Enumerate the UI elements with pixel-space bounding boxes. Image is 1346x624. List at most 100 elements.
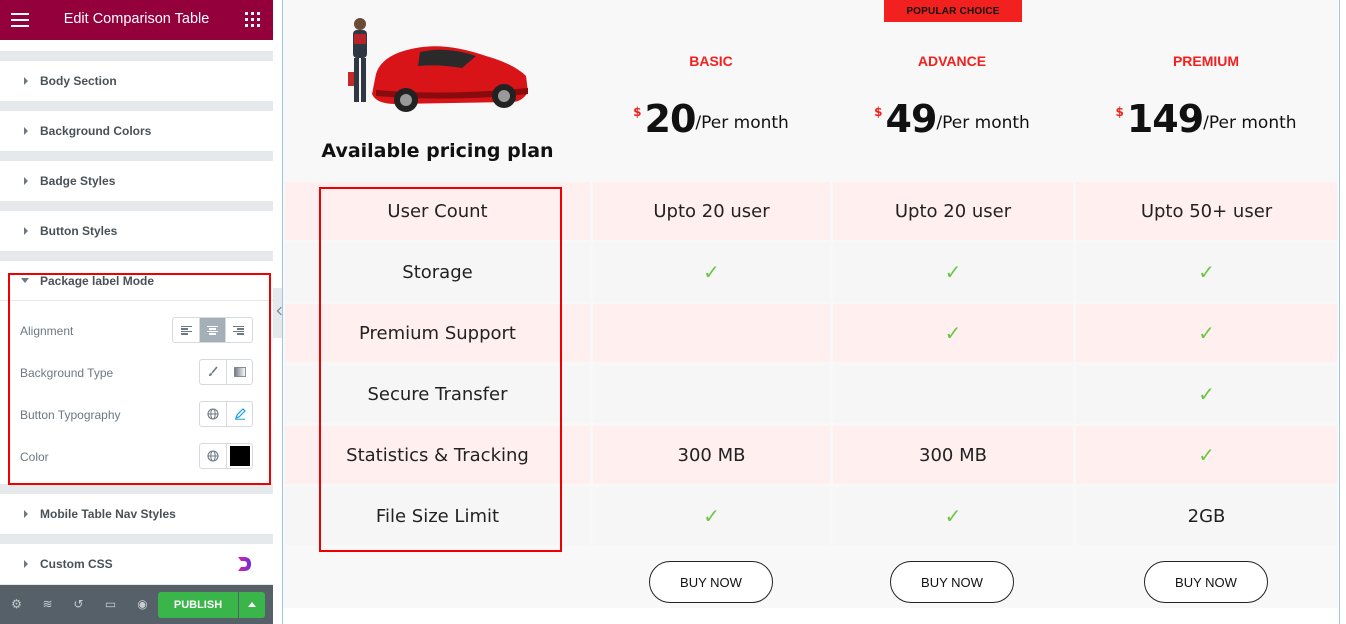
feature-value-cell: Upto 50+ user: [1076, 182, 1337, 240]
settings-icon[interactable]: ⚙: [10, 598, 23, 611]
publish-button[interactable]: PUBLISH: [158, 592, 238, 618]
price-amount: 20: [644, 97, 697, 141]
align-right-button[interactable]: [225, 318, 251, 342]
background-type-label: Background Type: [20, 366, 114, 380]
feature-value-cell: ✓: [593, 243, 830, 301]
feature-value: 300 MB: [677, 444, 746, 466]
color-picker-button[interactable]: [226, 444, 252, 468]
button-typography-label: Button Typography: [20, 408, 121, 422]
price-period: /Per month: [1203, 113, 1297, 133]
align-center-button[interactable]: [199, 318, 225, 342]
table-row: Storage ✓ ✓ ✓: [285, 243, 1337, 301]
global-typography-button[interactable]: [200, 402, 226, 426]
caret-right-icon: [24, 77, 28, 85]
alignment-label: Alignment: [20, 324, 74, 338]
feature-value: 300 MB: [919, 444, 987, 466]
widgets-grid-icon[interactable]: [245, 12, 260, 27]
feature-value-cell: [833, 365, 1073, 423]
pro-plugin-icon: [238, 557, 251, 571]
color-label: Color: [20, 450, 49, 464]
feature-label: Premium Support: [359, 322, 516, 344]
color-swatch: [229, 446, 250, 466]
feature-value: Upto 50+ user: [1140, 200, 1273, 222]
publish-options-button[interactable]: [239, 592, 265, 618]
section-mobile-nav-styles[interactable]: Mobile Table Nav Styles: [0, 494, 273, 534]
buy-now-button-premium[interactable]: BUY NOW: [1144, 561, 1268, 603]
buy-now-button-advance[interactable]: BUY NOW: [890, 561, 1014, 603]
feature-value-cell: ✓: [1076, 243, 1337, 301]
brush-icon: [209, 366, 218, 376]
section-label: Background Colors: [40, 124, 152, 138]
table-row: Premium Support ✓ ✓: [285, 304, 1337, 362]
editor-topbar: Edit Comparison Table: [0, 0, 273, 40]
typography-control: [199, 401, 253, 427]
history-icon[interactable]: ↺: [72, 598, 85, 611]
section-label: Custom CSS: [40, 557, 113, 571]
check-icon: ✓: [1198, 382, 1215, 406]
panel-sliver: [0, 40, 273, 51]
check-icon: ✓: [703, 260, 720, 284]
feature-value-cell: 300 MB: [833, 426, 1073, 484]
caret-right-icon: [24, 510, 28, 518]
caret-right-icon: [24, 227, 28, 235]
package-name-premium: PREMIUM: [1172, 53, 1240, 69]
feature-value-cell: Upto 20 user: [593, 182, 830, 240]
table-row: User Count Upto 20 user Upto 20 user Upto 5…: [285, 182, 1337, 240]
edit-typography-button[interactable]: [226, 402, 252, 426]
section-badge-styles[interactable]: Badge Styles: [0, 161, 273, 201]
price-period: /Per month: [695, 113, 789, 133]
caret-down-icon: [21, 278, 29, 283]
check-icon: ✓: [944, 504, 962, 528]
color-control: [199, 443, 253, 469]
feature-value-cell: ✓: [833, 243, 1073, 301]
feature-value-cell: ✓: [833, 487, 1073, 545]
section-label: Package label Mode: [40, 273, 155, 288]
feature-value-cell: ✓: [593, 487, 830, 545]
responsive-icon[interactable]: ▭: [104, 598, 117, 611]
align-left-icon: [180, 325, 192, 335]
gradient-bg-button[interactable]: [226, 360, 252, 384]
caret-right-icon: [24, 127, 28, 135]
feature-label-cell: User Count: [285, 182, 590, 240]
feature-label-cell: File Size Limit: [285, 487, 590, 545]
section-button-styles[interactable]: Button Styles: [0, 211, 273, 251]
align-left-button[interactable]: [173, 318, 199, 342]
buy-now-button-basic[interactable]: BUY NOW: [649, 561, 773, 603]
section-background-colors[interactable]: Background Colors: [0, 111, 273, 151]
feature-value: Upto 20 user: [894, 200, 1012, 222]
section-label: Button Styles: [40, 224, 118, 238]
global-color-button[interactable]: [200, 444, 226, 468]
layers-icon[interactable]: ≋: [41, 598, 54, 611]
classic-bg-button[interactable]: [200, 360, 226, 384]
gradient-icon: [233, 367, 246, 377]
table-row: File Size Limit ✓ ✓ 2GB: [285, 487, 1337, 545]
currency-symbol: $: [633, 105, 642, 119]
section-body[interactable]: Body Section: [0, 61, 273, 101]
chevron-up-icon: [248, 602, 256, 607]
currency-symbol: $: [1115, 105, 1124, 119]
check-icon: ✓: [944, 260, 962, 284]
section-header[interactable]: Package label Mode: [0, 261, 273, 301]
preview-eye-icon[interactable]: ◉: [136, 598, 149, 611]
check-icon: ✓: [944, 321, 962, 345]
price-advance: $ 49 /Per month: [832, 97, 1072, 141]
popular-choice-badge: POPULAR CHOICE: [884, 0, 1022, 22]
pencil-icon: [234, 408, 246, 420]
feature-value-cell: ✓: [1076, 304, 1337, 362]
globe-icon: [207, 450, 219, 462]
feature-value-cell: 300 MB: [593, 426, 830, 484]
section-label: Body Section: [40, 74, 117, 88]
feature-value-cell: ✓: [1076, 426, 1337, 484]
package-name-advance: ADVANCE: [917, 53, 987, 69]
feature-label: Secure Transfer: [367, 383, 508, 405]
feature-value-cell: [593, 304, 830, 362]
table-row: Secure Transfer ✓: [285, 365, 1337, 423]
feature-label: Statistics & Tracking: [346, 444, 529, 466]
section-custom-css[interactable]: Custom CSS: [0, 544, 273, 584]
editor-sidebar: Edit Comparison Table Body Section Backg…: [0, 0, 273, 624]
alignment-control: [172, 317, 253, 343]
feature-label: File Size Limit: [375, 505, 500, 527]
check-icon: ✓: [703, 504, 720, 528]
globe-icon: [207, 408, 219, 420]
caret-right-icon: [24, 560, 28, 568]
